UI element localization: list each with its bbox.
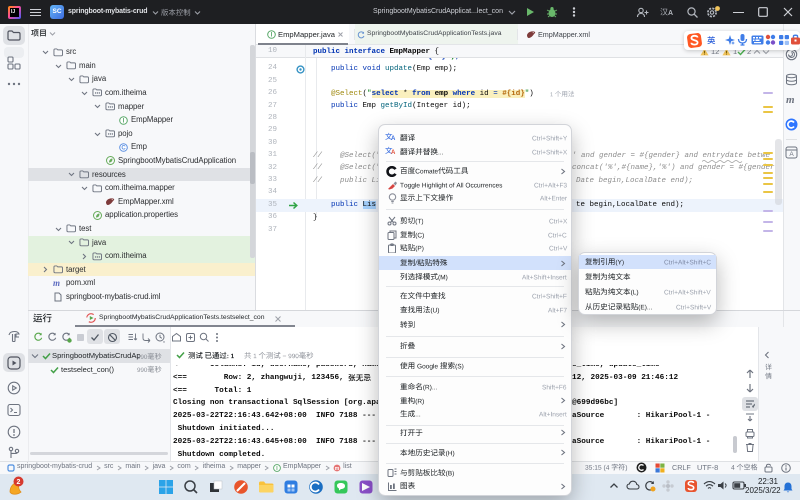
svg-text:2: 2 bbox=[17, 479, 21, 486]
svg-text:C: C bbox=[121, 145, 126, 151]
svg-text:m: m bbox=[335, 466, 340, 472]
svg-text:A: A bbox=[789, 151, 794, 158]
